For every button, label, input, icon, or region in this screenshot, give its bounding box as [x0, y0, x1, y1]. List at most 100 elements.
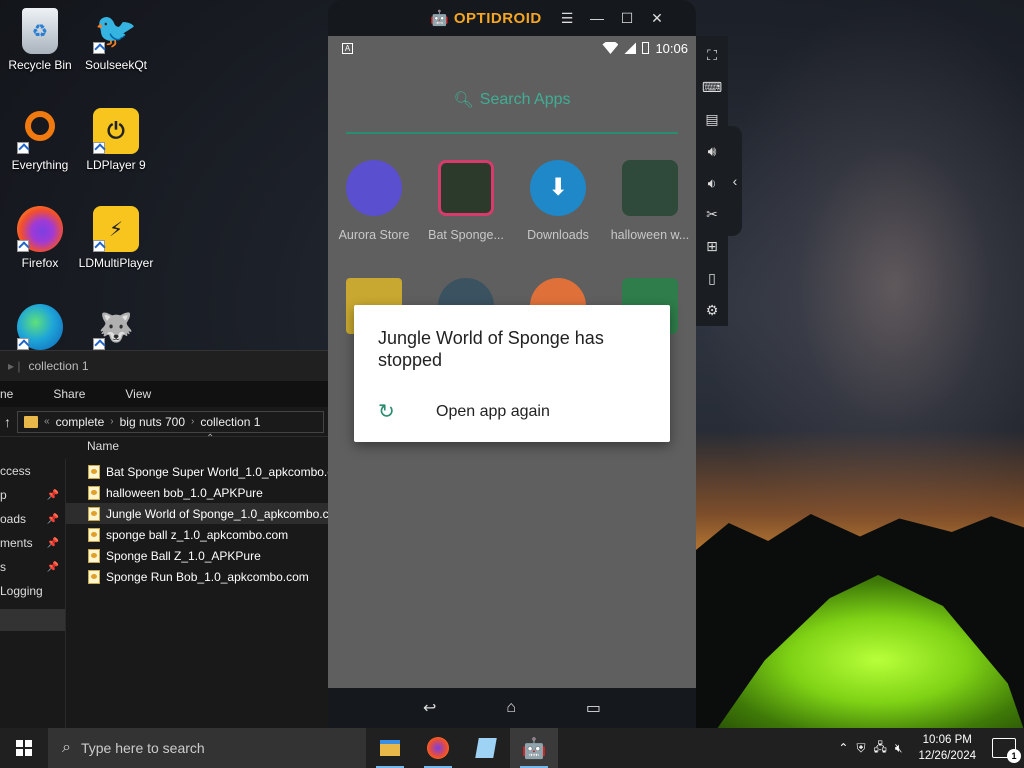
- screenshot-scissors-icon[interactable]: ✂: [706, 199, 718, 231]
- taskbar-search-box[interactable]: ⌕ Type here to search: [48, 728, 366, 768]
- desktop-icon-edge[interactable]: [0, 304, 80, 350]
- desktop-icon-ldplayer-9[interactable]: ⏻ LDPlayer 9: [76, 108, 156, 172]
- volume-down-icon[interactable]: 🔉︎: [708, 167, 717, 199]
- ldplayer-icon: ⏻: [93, 108, 139, 154]
- minimize-icon[interactable]: —: [582, 10, 612, 26]
- open-app-again-label: Open app again: [436, 402, 550, 420]
- desktop-icon-soulseekqt[interactable]: 🐦 SoulseekQt: [76, 8, 156, 72]
- aurora-store-icon: [346, 160, 402, 216]
- taskbar-file-explorer[interactable]: [366, 728, 414, 768]
- app-bat-sponge[interactable]: Bat Sponge...: [420, 160, 512, 242]
- file-row[interactable]: Bat Sponge Super World_1.0_apkcombo.com: [66, 461, 328, 482]
- clock-date: 12/26/2024: [918, 750, 976, 762]
- android-logo-icon: 🤖: [430, 10, 454, 27]
- taskbar-search-placeholder: Type here to search: [80, 740, 205, 756]
- android-screen: A 10:06 🔍︎ Search Apps Aurora Store Bat …: [328, 36, 696, 688]
- android-nav-bar: ↩ ⌂ ▭: [328, 688, 696, 728]
- shake-icon[interactable]: ▯: [708, 262, 716, 294]
- nav-item-selected[interactable]: [0, 609, 65, 631]
- settings-icon[interactable]: ⚙: [706, 294, 719, 326]
- status-time: 10:06: [655, 40, 688, 56]
- taskbar-optidroid[interactable]: 🤖: [510, 728, 558, 768]
- shortcut-arrow-icon: [93, 338, 105, 350]
- explorer-title-bar[interactable]: ▸ | collection 1: [0, 351, 328, 381]
- breadcrumb-complete[interactable]: complete: [50, 415, 111, 429]
- ribbon-tab-home[interactable]: ne: [0, 387, 33, 401]
- clock-time: 10:06 PM: [922, 734, 972, 746]
- desktop-icon-firefox[interactable]: Firefox: [0, 206, 80, 270]
- app-downloads[interactable]: ⬇ Downloads: [512, 160, 604, 242]
- fullscreen-icon[interactable]: ⛶: [707, 40, 717, 72]
- file-row[interactable]: Sponge Run Bob_1.0_apkcombo.com: [66, 566, 328, 587]
- app-halloween-world[interactable]: halloween w...: [604, 160, 696, 242]
- firefox-icon: [17, 206, 63, 252]
- close-icon[interactable]: ✕: [642, 10, 672, 27]
- apk-file-icon: [88, 569, 100, 584]
- back-icon[interactable]: ↩: [423, 698, 436, 718]
- menu-icon[interactable]: ☰: [552, 10, 582, 27]
- show-hidden-icons-chevron-icon[interactable]: ⌃: [838, 741, 848, 755]
- maximize-icon[interactable]: ☐: [612, 10, 642, 27]
- nav-item-quick-access[interactable]: ccess: [0, 459, 65, 483]
- file-row-selected[interactable]: Jungle World of Sponge_1.0_apkcombo.com: [66, 503, 328, 524]
- file-explorer-icon: [380, 740, 400, 756]
- breadcrumb-collection-1[interactable]: collection 1: [194, 415, 266, 429]
- open-app-again-button[interactable]: ↻ Open app again: [378, 399, 550, 424]
- battery-icon: [642, 42, 650, 54]
- signal-icon: [624, 42, 637, 54]
- taskbar-clock[interactable]: 10:06 PM 12/26/2024: [910, 732, 984, 764]
- taskbar-firefox[interactable]: [414, 728, 462, 768]
- up-arrow-icon[interactable]: ↑: [4, 414, 11, 430]
- search-apps-placeholder: Search Apps: [479, 91, 571, 108]
- notification-center-icon[interactable]: 1: [992, 738, 1021, 763]
- apk-file-icon: [88, 548, 100, 563]
- apk-install-icon[interactable]: ▤: [705, 104, 718, 136]
- ldmultiplayer-icon: ⚡: [93, 206, 139, 252]
- desktop-icon-everything[interactable]: Everything: [0, 108, 80, 172]
- column-header-name[interactable]: ⌃ Name: [66, 431, 328, 461]
- nav-item-pictures[interactable]: s 📌: [0, 555, 65, 579]
- security-icon[interactable]: ⛨: [856, 741, 865, 756]
- halloween-world-icon: [622, 160, 678, 216]
- file-row[interactable]: Sponge Ball Z_1.0_APKPure: [66, 545, 328, 566]
- navigation-pane: ccess p 📌 oads 📌 ments 📌 s 📌 Logging: [0, 459, 66, 729]
- ribbon-tab-share[interactable]: Share: [33, 387, 105, 401]
- nav-item-logging[interactable]: Logging: [0, 579, 65, 603]
- search-icon: 🔍︎: [453, 92, 474, 109]
- search-underline: [346, 132, 678, 134]
- nav-item-documents[interactable]: ments 📌: [0, 531, 65, 555]
- file-list: ⌃ Name Bat Sponge Super World_1.0_apkcom…: [66, 431, 328, 587]
- recents-icon[interactable]: ▭: [586, 698, 601, 718]
- nav-item-desktop[interactable]: p 📌: [0, 483, 65, 507]
- ribbon-tab-view[interactable]: View: [105, 387, 171, 401]
- refresh-icon: ↻: [378, 401, 395, 423]
- taskbar-notepad[interactable]: [462, 728, 510, 768]
- multi-window-icon[interactable]: ⊞: [706, 231, 718, 263]
- firefox-icon: [427, 737, 449, 759]
- volume-muted-icon[interactable]: 🔇︎: [895, 741, 903, 756]
- explorer-ribbon: ne Share View: [0, 381, 328, 407]
- sort-ascending-icon: ⌃: [206, 433, 215, 444]
- file-row[interactable]: sponge ball z_1.0_apkcombo.com: [66, 524, 328, 545]
- home-icon[interactable]: ⌂: [506, 699, 516, 717]
- address-bar[interactable]: « complete › big nuts 700 › collection 1: [17, 410, 324, 433]
- network-icon[interactable]: 🖧: [873, 738, 886, 759]
- file-row[interactable]: halloween bob_1.0_APKPure: [66, 482, 328, 503]
- start-button[interactable]: [0, 728, 48, 768]
- desktop-icon-ldmultiplayer[interactable]: ⚡ LDMultiPlayer: [76, 206, 156, 270]
- breadcrumb-big-nuts-700[interactable]: big nuts 700: [114, 415, 191, 429]
- nav-item-downloads[interactable]: oads 📌: [0, 507, 65, 531]
- notepad-icon: [475, 738, 497, 758]
- collapse-toolbar-icon[interactable]: ‹: [728, 126, 742, 236]
- notification-count-badge: 1: [1007, 749, 1021, 763]
- shortcut-arrow-icon: [17, 240, 29, 252]
- app-aurora-store[interactable]: Aurora Store: [328, 160, 420, 242]
- volume-up-icon[interactable]: 🔊︎: [708, 135, 717, 167]
- emulator-title-bar[interactable]: 🤖 OPTIDROID ☰ — ☐ ✕: [328, 0, 696, 36]
- search-apps-bar[interactable]: 🔍︎ Search Apps: [328, 68, 696, 132]
- edge-icon: [17, 304, 63, 350]
- desktop-icon-gimp[interactable]: 🐺: [76, 304, 156, 350]
- keyboard-icon[interactable]: ⌨: [702, 72, 722, 104]
- optidroid-logo: 🤖 OPTIDROID: [430, 10, 542, 27]
- desktop-icon-recycle-bin[interactable]: ♻ Recycle Bin: [0, 8, 80, 72]
